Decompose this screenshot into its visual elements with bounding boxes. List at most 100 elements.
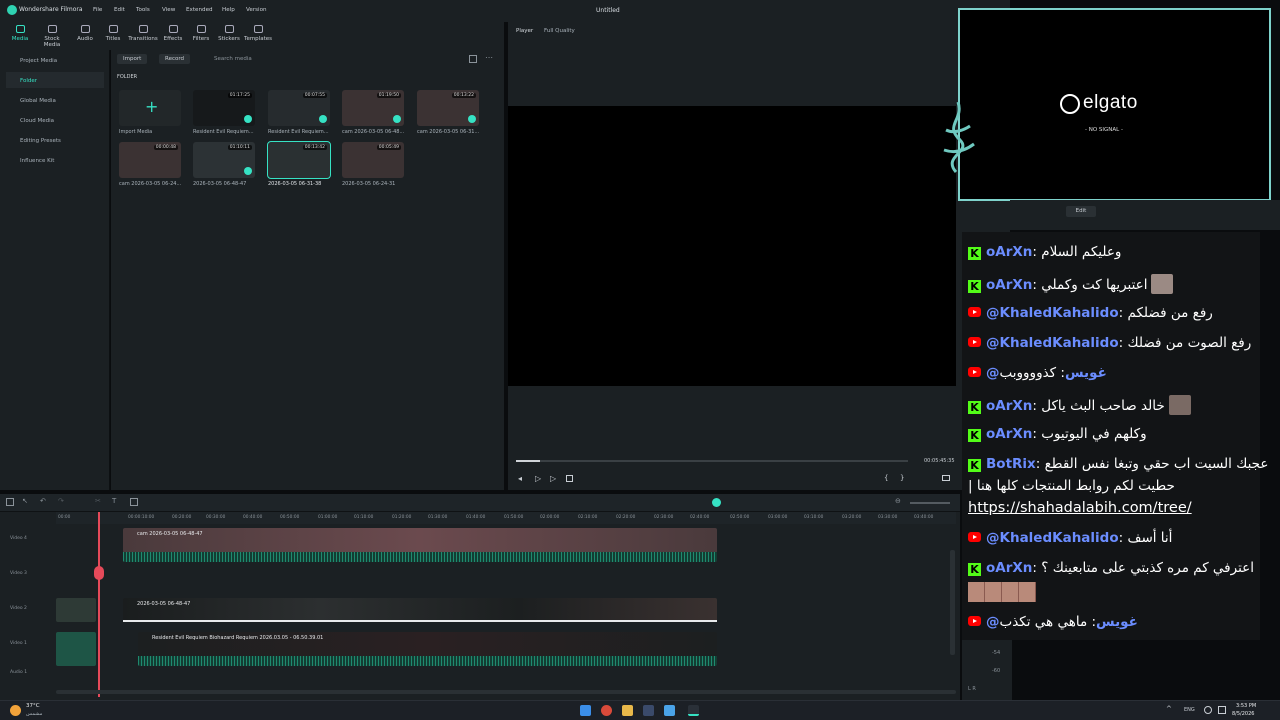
title-bar: Wondershare Filmora File Edit Tools View… <box>0 0 1010 22</box>
snapshot-icon[interactable] <box>942 475 950 481</box>
filter-icon[interactable] <box>469 55 477 63</box>
steam-icon[interactable] <box>643 705 654 716</box>
track-label-audio1: Audio 1 <box>10 670 28 675</box>
record-button[interactable]: Record <box>159 54 191 64</box>
media-item[interactable]: 00:05:49 <box>342 142 404 178</box>
zoom-slider[interactable] <box>910 502 950 504</box>
player-label: Player <box>516 28 534 34</box>
playhead-marker[interactable] <box>94 566 104 580</box>
tab-stock-media[interactable]: Stock Media <box>37 25 67 48</box>
windows-start-icon[interactable] <box>580 705 591 716</box>
chat-link[interactable]: https://shahadalabih.com/tree/ <box>968 500 1258 516</box>
more-options-icon[interactable]: ⋯ <box>485 53 493 62</box>
import-button[interactable]: Import <box>117 54 148 64</box>
ruler-tick: 00:30:00 <box>206 515 226 520</box>
check-icon <box>319 115 327 123</box>
sidebar-item-folder[interactable]: Folder <box>20 78 37 84</box>
tray-chevron-icon[interactable]: ^ <box>1166 705 1172 713</box>
tab-media[interactable]: Media <box>5 25 35 42</box>
tab-label: Media <box>11 36 29 42</box>
mark-out-icon[interactable]: } <box>900 474 904 482</box>
prev-frame-icon[interactable]: ◂ <box>518 474 522 483</box>
ruler-tick: 03:00:00 <box>768 515 788 520</box>
tab-stickers[interactable]: Stickers <box>214 25 244 42</box>
import-media-tile[interactable]: + <box>119 90 181 126</box>
split-icon[interactable]: ✂ <box>95 497 101 505</box>
ruler-tick: 01:10:00 <box>354 515 374 520</box>
timeline-vscrollbar[interactable] <box>950 550 955 655</box>
clock-time: 3:53 PM <box>1236 703 1257 709</box>
clock-date: 8/5/2026 <box>1232 711 1255 717</box>
elgato-logo: elgato <box>1083 92 1138 113</box>
volume-icon[interactable] <box>1218 706 1226 714</box>
duration-badge: 00:05:49 <box>376 145 401 150</box>
ruler-tick: 00:40:00 <box>243 515 263 520</box>
sidebar-item-project-media[interactable]: Project Media <box>20 58 57 64</box>
tab-titles[interactable]: Titles <box>98 25 128 42</box>
menu-edit[interactable]: Edit <box>114 7 125 13</box>
check-icon <box>468 115 476 123</box>
timeline-clip-cam[interactable]: cam 2026-03-05 06-48-47 <box>123 528 717 562</box>
layout-icon[interactable] <box>6 498 14 506</box>
ruler-tick: 00:00 <box>58 515 71 520</box>
media-item[interactable]: 00:00:48 <box>119 142 181 178</box>
quality-select[interactable]: Full Quality <box>544 28 575 34</box>
menu-view[interactable]: View <box>162 7 175 13</box>
chat-text: خالد صاحب البث ياكل <box>1041 398 1165 414</box>
stop-icon[interactable] <box>566 475 573 482</box>
magnet-icon[interactable] <box>712 498 721 507</box>
media-item[interactable]: 01:17:25 <box>193 90 255 126</box>
timeline-scrollbar[interactable] <box>56 690 956 694</box>
menu-tools[interactable]: Tools <box>136 7 150 13</box>
text-tool-icon[interactable]: T <box>112 497 116 505</box>
sidebar-item-influence-kit[interactable]: Influence Kit <box>20 158 54 164</box>
next-frame-icon[interactable]: ▷ <box>550 474 556 483</box>
undo-icon[interactable]: ↶ <box>40 497 46 505</box>
media-item[interactable]: 00:07:55 <box>268 90 330 126</box>
sidebar-item-editing-presets[interactable]: Editing Presets <box>20 138 61 144</box>
brave-icon[interactable] <box>601 705 612 716</box>
clip-volume-line <box>123 620 717 622</box>
link-text[interactable]: https://shahadalabih.com/tree/ <box>968 500 1192 516</box>
scrub-bar[interactable] <box>516 460 908 462</box>
tab-filters[interactable]: Filters <box>186 25 216 42</box>
tab-audio[interactable]: Audio <box>70 25 100 42</box>
menu-extended[interactable]: Extended <box>186 7 213 13</box>
menu-file[interactable]: File <box>93 7 102 13</box>
kick-icon: K <box>968 563 981 576</box>
redo-icon[interactable]: ↷ <box>58 497 64 505</box>
media-item[interactable]: 00:13:22 <box>417 90 479 126</box>
tab-label: Filters <box>192 36 210 42</box>
media-item[interactable]: 01:10:11 <box>193 142 255 178</box>
language-indicator[interactable]: ENG <box>1184 707 1195 713</box>
sidebar-item-global-media[interactable]: Global Media <box>20 98 56 104</box>
tab-effects[interactable]: Effects <box>158 25 188 42</box>
sidebar-item-cloud-media[interactable]: Cloud Media <box>20 118 54 124</box>
crop-icon[interactable] <box>130 498 138 506</box>
app-icon[interactable] <box>664 705 675 716</box>
select-tool-icon[interactable]: ↖ <box>22 497 28 505</box>
duration-badge: 00:13:42 <box>302 145 327 150</box>
network-icon[interactable] <box>1204 706 1212 714</box>
timeline-clip-game[interactable]: Resident Evil Requiem Biohazard Requiem … <box>138 632 717 666</box>
tab-transitions[interactable]: Transitions <box>128 25 158 42</box>
search-input[interactable]: Search media <box>214 56 252 62</box>
playhead[interactable] <box>98 512 100 697</box>
zoom-out-icon[interactable]: ⊖ <box>895 497 901 505</box>
audio-icon <box>80 25 90 33</box>
ruler-tick: 02:30:00 <box>654 515 674 520</box>
timeline-clip-screen[interactable]: 2026-03-05 06-48-47 <box>123 598 717 622</box>
edit-button[interactable]: Edit <box>1066 206 1096 217</box>
menu-version[interactable]: Version <box>246 7 267 13</box>
mark-in-icon[interactable]: { <box>884 474 888 482</box>
menu-help[interactable]: Help <box>222 7 235 13</box>
play-icon[interactable]: ▷ <box>535 474 541 483</box>
timeline-clip-small[interactable] <box>56 632 96 666</box>
tab-templates[interactable]: Templates <box>243 25 273 42</box>
timeline-clip-small[interactable] <box>56 598 96 622</box>
file-explorer-icon[interactable] <box>622 705 633 716</box>
media-item-selected[interactable]: 00:13:42 <box>267 141 331 179</box>
filmora-taskbar-icon[interactable] <box>688 705 699 716</box>
ruler-tick: 00:20:00 <box>172 515 192 520</box>
media-item[interactable]: 01:19:50 <box>342 90 404 126</box>
